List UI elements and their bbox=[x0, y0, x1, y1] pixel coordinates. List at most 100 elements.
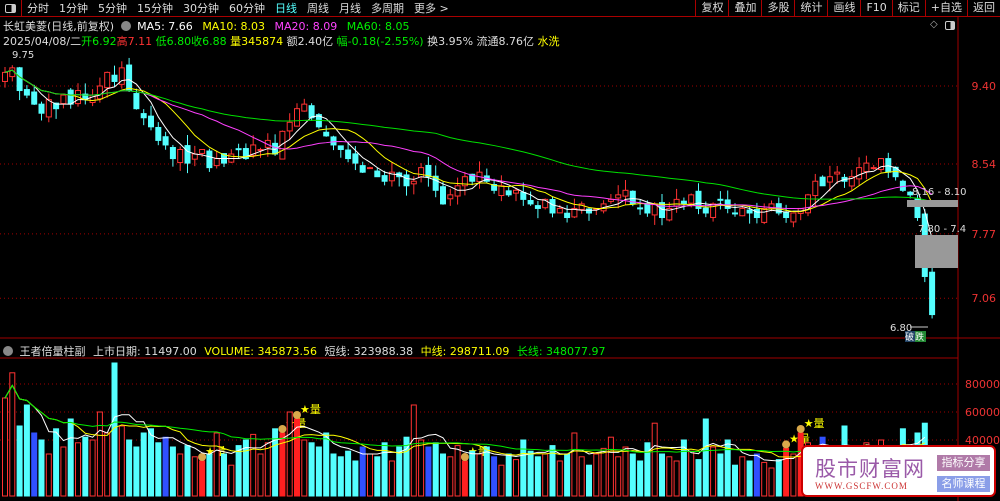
candle-body bbox=[199, 148, 206, 154]
price-axis-label: 7.06 bbox=[972, 292, 997, 305]
volume-bar bbox=[169, 446, 176, 497]
candle-body bbox=[45, 99, 52, 118]
volume-bar bbox=[732, 464, 738, 497]
volume-bar bbox=[53, 428, 60, 497]
double-volume-marker: ★量 bbox=[804, 417, 825, 430]
volume-bar bbox=[235, 445, 242, 497]
volume-bar bbox=[31, 432, 38, 497]
price-annotation: 7.80 - 7.4 bbox=[918, 224, 966, 235]
price-axis-label: 9.40 bbox=[972, 80, 997, 93]
volume-bar bbox=[264, 442, 271, 497]
volume-bar bbox=[96, 411, 103, 497]
volume-bar bbox=[513, 459, 519, 497]
watermark-button-share[interactable]: 指标分享 bbox=[937, 455, 990, 471]
candle-body bbox=[155, 126, 162, 141]
volume-bar bbox=[447, 456, 454, 497]
volume-bar bbox=[315, 446, 322, 497]
candle-body bbox=[520, 191, 527, 200]
candle-body bbox=[301, 103, 308, 112]
candle-body bbox=[440, 186, 446, 205]
volume-bar bbox=[498, 464, 505, 497]
volume-bar bbox=[454, 445, 461, 497]
volume-bar bbox=[140, 432, 147, 497]
candle-body bbox=[819, 176, 826, 187]
candle-body bbox=[23, 89, 30, 96]
candle-body bbox=[235, 148, 242, 151]
candle-body bbox=[140, 113, 147, 119]
candle-body bbox=[96, 85, 103, 100]
volume-axis-label: 60000 bbox=[965, 406, 1000, 419]
candle-body bbox=[615, 194, 622, 199]
volume-bar bbox=[16, 425, 23, 497]
candle-body bbox=[505, 190, 512, 196]
volume-bar bbox=[45, 453, 52, 497]
volume-value: VOLUME: 345873.56 bbox=[204, 345, 317, 358]
volume-bar bbox=[250, 433, 257, 497]
volume-bar bbox=[184, 445, 191, 497]
volume-bar bbox=[469, 450, 476, 497]
volume-bar bbox=[126, 439, 133, 497]
candle-body bbox=[206, 150, 213, 169]
candle-body bbox=[870, 167, 877, 170]
gap-zone bbox=[915, 235, 958, 268]
price-annotation: 9.75 bbox=[12, 50, 34, 61]
candle-body bbox=[16, 67, 23, 92]
volume-bar bbox=[155, 442, 162, 497]
volume-bar bbox=[753, 453, 760, 497]
volume-bar bbox=[345, 450, 352, 497]
candle-body bbox=[367, 167, 373, 170]
candle-body bbox=[418, 167, 425, 178]
volume-bar bbox=[746, 460, 753, 497]
candle-body bbox=[498, 185, 505, 197]
watermark-button-course[interactable]: 名师课程 bbox=[937, 476, 990, 492]
volume-bar bbox=[578, 456, 585, 497]
volume-bar bbox=[440, 453, 446, 497]
candle-body bbox=[637, 207, 644, 210]
volume-bar bbox=[367, 453, 373, 497]
candle-body bbox=[454, 185, 461, 197]
candle-body bbox=[148, 115, 154, 128]
volume-bar bbox=[783, 447, 790, 497]
candle-body bbox=[534, 205, 541, 209]
volume-bar bbox=[82, 436, 89, 497]
volume-bar bbox=[388, 460, 395, 497]
volume-bar bbox=[491, 456, 498, 497]
candle-body bbox=[447, 194, 454, 200]
volume-bar bbox=[593, 453, 600, 497]
volume-bar bbox=[337, 456, 344, 497]
volume-bar bbox=[118, 425, 125, 497]
volume-bar bbox=[410, 404, 417, 497]
candle-body bbox=[556, 207, 563, 214]
volume-bar bbox=[586, 464, 592, 497]
volume-bar bbox=[476, 453, 483, 497]
volume-bar bbox=[622, 446, 629, 497]
volume-bar bbox=[60, 446, 67, 497]
volume-bar bbox=[695, 459, 702, 497]
volume-bar bbox=[673, 460, 680, 497]
gap-zone bbox=[907, 200, 958, 207]
candle-body bbox=[345, 149, 352, 160]
fall-tag-label: 跌 bbox=[915, 332, 924, 343]
volume-bar bbox=[67, 418, 74, 497]
volume-bar bbox=[75, 442, 81, 497]
candle-body bbox=[564, 212, 571, 219]
volume-bar bbox=[148, 428, 154, 497]
volume-bar bbox=[461, 460, 468, 497]
candle-body bbox=[104, 71, 111, 89]
volume-indicator-header: 王者倍量柱副 上市日期: 11497.00 VOLUME: 345873.56 … bbox=[3, 343, 606, 359]
indicator-name[interactable]: 王者倍量柱副 bbox=[20, 345, 86, 358]
volume-bar bbox=[607, 436, 614, 497]
kline-chart[interactable]: 9.408.547.777.06800006000040000★量★量★量★量★… bbox=[0, 0, 1000, 501]
candle-body bbox=[586, 208, 592, 214]
volume-bar bbox=[133, 446, 140, 497]
volume-bar bbox=[600, 447, 607, 497]
candle-body bbox=[2, 71, 8, 82]
candle-body bbox=[352, 153, 359, 164]
candle-body bbox=[834, 171, 841, 175]
volume-bar bbox=[571, 432, 578, 497]
volume-bar bbox=[651, 422, 658, 497]
candle-body bbox=[337, 145, 344, 150]
candle-body bbox=[31, 91, 38, 105]
volume-bar bbox=[556, 460, 563, 497]
indicator-menu-icon[interactable] bbox=[3, 346, 13, 356]
